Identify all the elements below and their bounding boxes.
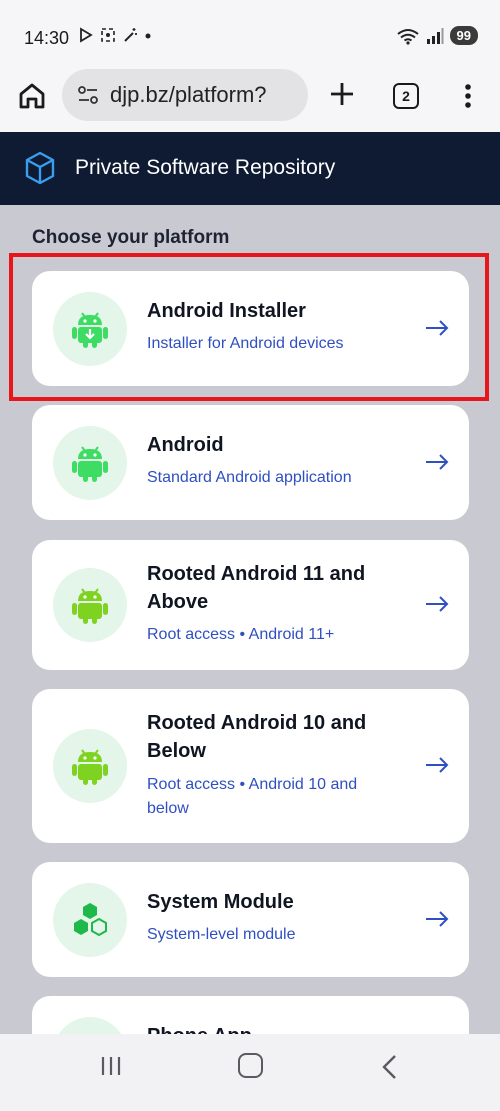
android-icon bbox=[53, 426, 127, 500]
platform-card-system-module[interactable]: System Module System-level module bbox=[32, 862, 469, 977]
url-bar[interactable]: djp.bz/platform? bbox=[62, 69, 308, 121]
arrow-right-icon bbox=[426, 596, 449, 612]
more-menu-icon[interactable] bbox=[456, 80, 480, 112]
home-nav-button[interactable] bbox=[238, 1053, 263, 1078]
system-icons: 99 bbox=[396, 26, 478, 45]
card-subtitle: Standard Android application bbox=[147, 469, 352, 486]
home-icon[interactable] bbox=[16, 80, 48, 112]
screenshot-icon bbox=[101, 28, 115, 42]
card-subtitle: Root access • Android 10 and below bbox=[147, 776, 358, 817]
card-subtitle: Root access • Android 11+ bbox=[147, 626, 335, 643]
card-subtitle: System-level module bbox=[147, 926, 296, 943]
new-tab-icon[interactable] bbox=[326, 78, 358, 110]
android-installer-icon bbox=[53, 292, 127, 366]
cube-logo-icon bbox=[25, 151, 55, 185]
signal-icon bbox=[426, 27, 444, 44]
platform-card-android-installer[interactable]: Android Installer Installer for Android … bbox=[32, 271, 469, 386]
android-icon bbox=[53, 729, 127, 803]
status-bar: 14:30 99 bbox=[0, 0, 500, 62]
status-time: 14:30 bbox=[24, 28, 70, 48]
card-title: System Module bbox=[147, 891, 294, 913]
platform-card-rooted-android-11[interactable]: Rooted Android 11 and Above Root access … bbox=[32, 540, 469, 670]
section-title: Choose your platform bbox=[32, 227, 230, 248]
site-settings-icon[interactable] bbox=[76, 84, 100, 106]
url-text[interactable]: djp.bz/platform? bbox=[110, 82, 267, 108]
card-subtitle: Installer for Android devices bbox=[147, 335, 344, 352]
platform-card-rooted-android-10[interactable]: Rooted Android 10 and Below Root access … bbox=[32, 689, 469, 843]
system-nav-bar bbox=[0, 1034, 500, 1111]
tab-switcher-button[interactable]: 2 bbox=[393, 83, 419, 109]
app-title: Private Software Repository bbox=[75, 156, 336, 179]
back-icon[interactable] bbox=[380, 1054, 400, 1080]
arrow-right-icon bbox=[426, 454, 449, 470]
magic-wand-icon bbox=[124, 28, 137, 42]
card-title: Rooted Android 10 and Below bbox=[147, 712, 367, 762]
platform-list: Choose your platform Android Installer I… bbox=[0, 205, 500, 1034]
card-title: Rooted Android 11 and Above bbox=[147, 563, 366, 613]
battery-indicator: 99 bbox=[449, 26, 478, 45]
dot-icon bbox=[145, 33, 151, 39]
hexagons-icon bbox=[53, 883, 127, 957]
platform-card-phone-app[interactable]: Phone App bbox=[32, 996, 469, 1034]
platform-card-android[interactable]: Android Standard Android application bbox=[32, 405, 469, 520]
tab-count: 2 bbox=[402, 88, 410, 104]
arrow-right-icon bbox=[426, 757, 449, 773]
android-icon bbox=[53, 568, 127, 642]
card-title: Android Installer bbox=[147, 300, 306, 322]
play-icon bbox=[80, 27, 93, 43]
phone-icon bbox=[53, 1017, 127, 1034]
card-title: Android bbox=[147, 434, 224, 456]
arrow-right-icon bbox=[426, 911, 449, 927]
wifi-icon bbox=[396, 28, 419, 45]
browser-toolbar: djp.bz/platform? 2 bbox=[0, 62, 500, 132]
notification-icons bbox=[78, 27, 152, 43]
recent-apps-icon[interactable] bbox=[99, 1054, 123, 1078]
arrow-right-icon bbox=[426, 320, 449, 336]
card-title: Phone App bbox=[147, 1022, 397, 1034]
app-header: Private Software Repository bbox=[0, 132, 500, 205]
